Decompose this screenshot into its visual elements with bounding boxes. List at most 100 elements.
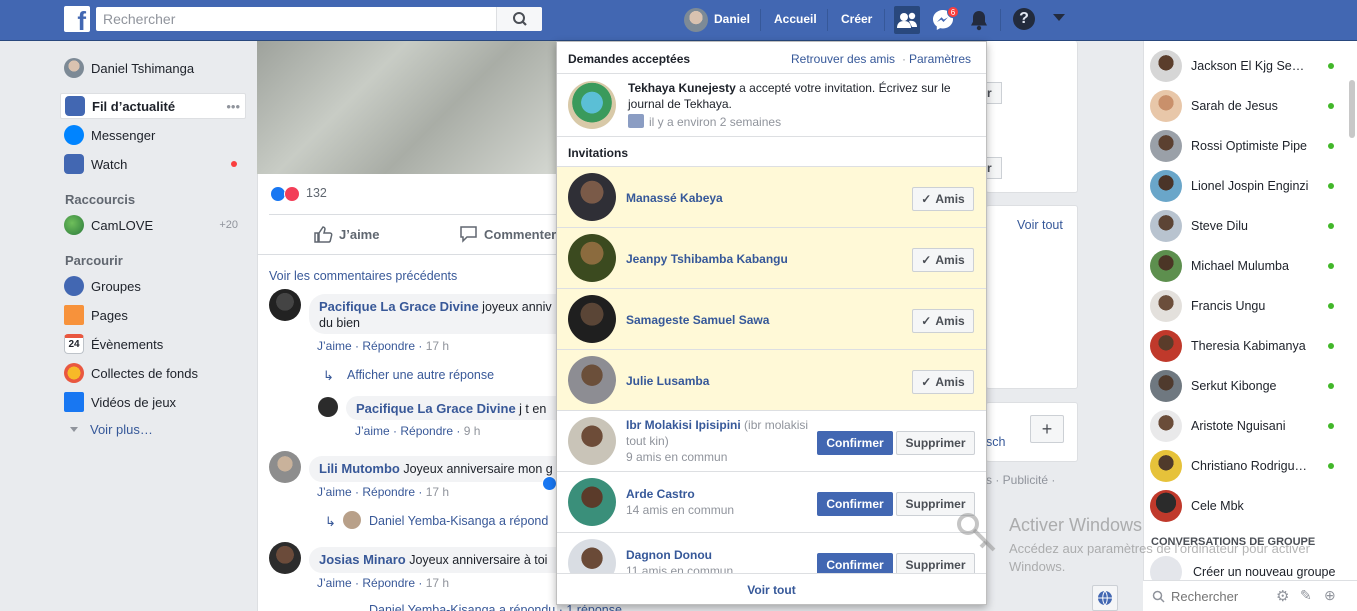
friend-request-row[interactable]: Ibr Molakisi Ipisipini (ibr molakisi tou…: [557, 411, 986, 472]
reply-preview-link[interactable]: Daniel Yemba-Kisanga a répond: [369, 514, 548, 528]
accepted-friend-name[interactable]: Tekhaya Kunejesty: [628, 81, 736, 95]
see-more-link[interactable]: Voir plus…: [60, 416, 246, 442]
nav-item-fundraisers[interactable]: Collectes de fonds: [60, 360, 246, 386]
caret-down-icon[interactable]: [1053, 14, 1065, 21]
chat-contact[interactable]: Aristote Nguisani: [1150, 409, 1340, 443]
chat-contact[interactable]: Rossi Optimiste Pipe: [1150, 129, 1340, 163]
confirm-button[interactable]: Confirmer: [817, 431, 893, 455]
friend-row[interactable]: Jeanpy Tshibamba Kabangu ✓ Amis: [557, 228, 986, 289]
sidebar-scrollbar[interactable]: [1349, 80, 1355, 138]
nav-item-gaming-videos[interactable]: Vidéos de jeux: [60, 389, 246, 415]
comment-time[interactable]: 17 h: [426, 576, 449, 590]
friend-avatar[interactable]: [568, 295, 616, 343]
home-link[interactable]: Accueil: [774, 12, 817, 26]
create-link[interactable]: Créer: [841, 12, 872, 26]
comment-reply-link[interactable]: Répondre: [362, 339, 415, 353]
chat-search-input[interactable]: [1171, 586, 1271, 606]
requester-name[interactable]: Arde Castro: [626, 487, 695, 501]
mutual-friends[interactable]: 14 amis en commun: [626, 503, 734, 517]
commenter-name[interactable]: Lili Mutombo: [319, 461, 400, 476]
mutual-friends[interactable]: 9 amis en commun: [626, 450, 727, 464]
friend-row[interactable]: Julie Lusamba ✓ Amis: [557, 350, 986, 411]
see-all-link[interactable]: Voir tout: [1017, 218, 1063, 232]
nav-item-news-feed[interactable]: Fil d’actualité •••: [60, 93, 246, 119]
friend-request-row[interactable]: Arde Castro 14 amis en commun Confirmer …: [557, 472, 986, 533]
chat-contact[interactable]: Serkut Kibonge: [1150, 369, 1340, 403]
comment-like-link[interactable]: J’aime: [317, 576, 352, 590]
comment-time[interactable]: 17 h: [426, 485, 449, 499]
friends-button[interactable]: ✓ Amis: [912, 248, 974, 272]
nav-item-watch[interactable]: Watch: [60, 151, 246, 177]
comment-button[interactable]: Commenter: [459, 225, 556, 243]
settings-link[interactable]: Paramètres: [909, 52, 971, 66]
requester-name[interactable]: Ibr Molakisi Ipisipini: [626, 418, 741, 432]
confirm-button[interactable]: Confirmer: [817, 492, 893, 516]
new-message-icon[interactable]: ✎: [1300, 587, 1312, 604]
requester-name[interactable]: Dagnon Donou: [626, 548, 712, 562]
requester-avatar[interactable]: [568, 417, 616, 465]
more-options-icon[interactable]: •••: [226, 99, 240, 114]
friend-avatar[interactable]: [568, 173, 616, 221]
friends-button[interactable]: ✓ Amis: [912, 309, 974, 333]
commenter-avatar[interactable]: [269, 289, 301, 321]
delete-button[interactable]: Supprimer: [896, 431, 975, 455]
chat-contact[interactable]: Lionel Jospin Enginzi: [1150, 169, 1340, 203]
reactions-count[interactable]: 132: [306, 186, 327, 200]
commenter-name[interactable]: Pacifique La Grace Divine: [356, 401, 516, 416]
user-profile-link[interactable]: Daniel Tshimanga: [60, 55, 246, 81]
search-button[interactable]: [496, 7, 542, 31]
notifications-icon[interactable]: [968, 8, 990, 32]
friends-icon[interactable]: [894, 6, 920, 34]
commenter-avatar[interactable]: [318, 397, 338, 417]
friend-row[interactable]: Manassé Kabeya ✓ Amis: [557, 167, 986, 228]
commenter-avatar[interactable]: [269, 542, 301, 574]
chat-contact[interactable]: Christiano Rodrigue ...: [1150, 449, 1340, 483]
language-globe-icon[interactable]: [1092, 585, 1118, 611]
comment-time[interactable]: 17 h: [426, 339, 449, 353]
commenter-name[interactable]: Josias Minaro: [319, 552, 406, 567]
footer-links[interactable]: s · Publicité ·: [986, 473, 1055, 487]
replier-avatar[interactable]: [343, 511, 361, 529]
chat-contact[interactable]: Jackson El Kjg Semete: [1150, 49, 1340, 83]
friend-name[interactable]: Julie Lusamba: [626, 374, 709, 388]
friends-button[interactable]: ✓ Amis: [912, 187, 974, 211]
chat-contact[interactable]: Sarah de Jesus: [1150, 89, 1340, 123]
facebook-logo[interactable]: f: [64, 6, 90, 32]
comment-reply-link[interactable]: Répondre: [362, 485, 415, 499]
commenter-name[interactable]: Pacifique La Grace Divine: [319, 299, 479, 314]
commenter-avatar[interactable]: [269, 451, 301, 483]
profile-link[interactable]: Daniel: [714, 12, 750, 26]
friend-avatar[interactable]: [568, 234, 616, 282]
comment-like-link[interactable]: J’aime: [355, 424, 390, 438]
comment-reply-link[interactable]: Répondre: [362, 576, 415, 590]
chat-contact[interactable]: Michael Mulumba: [1150, 249, 1340, 283]
nav-item-groups[interactable]: Groupes: [60, 273, 246, 299]
chat-contact[interactable]: Steve Dilu: [1150, 209, 1340, 243]
find-friends-link[interactable]: Retrouver des amis: [791, 52, 895, 66]
nav-item-events[interactable]: 24 Évènements: [60, 331, 246, 357]
new-group-icon[interactable]: ⊕: [1324, 587, 1336, 604]
friend-name[interactable]: Manassé Kabeya: [626, 191, 723, 205]
show-more-replies-link[interactable]: Afficher une autre réponse: [347, 368, 494, 382]
shortcut-camlove[interactable]: CamLOVE +20: [60, 212, 246, 238]
post-photo[interactable]: [257, 41, 557, 174]
friend-name[interactable]: Jeanpy Tshibamba Kabangu: [626, 252, 788, 266]
friend-name[interactable]: Samageste Samuel Sawa: [626, 313, 769, 327]
accepted-request-item[interactable]: Tekhaya Kunejesty a accepté votre invita…: [557, 74, 986, 137]
profile-avatar[interactable]: [684, 8, 708, 32]
chat-contact[interactable]: Cele Mbk: [1150, 489, 1340, 523]
comment-like-link[interactable]: J’aime: [317, 485, 352, 499]
previous-comments-link[interactable]: Voir les commentaires précédents: [269, 269, 457, 283]
comment-like-link[interactable]: J’aime: [317, 339, 352, 353]
see-all-requests-link[interactable]: Voir tout: [747, 583, 795, 597]
friend-avatar[interactable]: [568, 356, 616, 404]
help-icon[interactable]: ?: [1013, 8, 1035, 30]
comment-time[interactable]: 9 h: [464, 424, 481, 438]
like-button[interactable]: J’aime: [313, 225, 379, 243]
search-input[interactable]: [96, 7, 496, 31]
add-button[interactable]: +: [1030, 415, 1064, 443]
comment-reply-link[interactable]: Répondre: [400, 424, 453, 438]
gear-icon[interactable]: ⚙: [1276, 587, 1289, 605]
nav-item-pages[interactable]: Pages: [60, 302, 246, 328]
friend-row[interactable]: Samageste Samuel Sawa ✓ Amis: [557, 289, 986, 350]
